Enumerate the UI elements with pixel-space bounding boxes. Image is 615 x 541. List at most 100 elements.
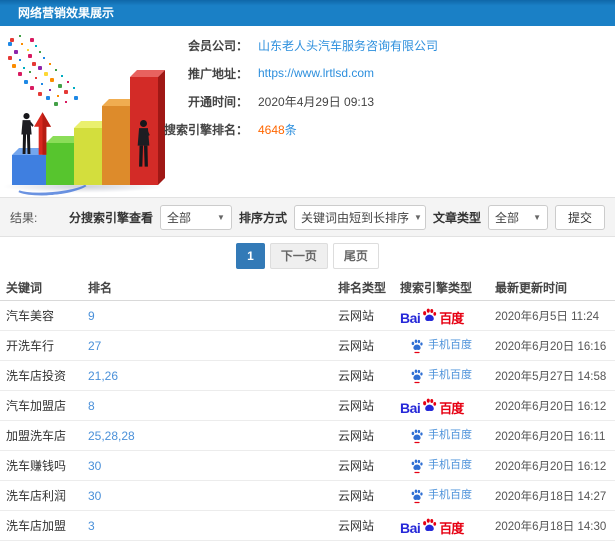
page-title: 网络营销效果展示 [18,6,115,20]
mobile-baidu-logo: 手机百度 [410,488,472,504]
rank-link[interactable]: 3 [88,519,95,533]
rank-link[interactable]: 8 [88,399,95,413]
engine-cell: 手机百度 [400,428,495,444]
header-update-time: 最新更新时间 [495,281,568,295]
update-time-cell: 2020年6月20日 16:12 [495,400,607,413]
rank-link[interactable]: 27 [88,339,101,353]
mobile-baidu-label: 手机百度 [428,489,472,501]
engine-filter-label: 分搜索引擎查看 [68,210,153,225]
rank-type-cell: 云网站 [338,369,375,383]
rank-type-cell: 云网站 [338,429,375,443]
engine-cell: 手机百度 [400,368,495,384]
keyword-cell: 洗车赚钱吗 [6,459,67,473]
keyword-cell: 汽车美容 [6,309,55,323]
baidu-paw-icon [423,308,437,321]
baidu-logo-bai-text: Bai [400,309,421,326]
table-row: 洗车店利润 30 云网站 手机百度 2020年6月18日 14:27 [0,481,615,511]
header-engine-type: 搜索引擎类型 [400,281,473,295]
table-row: 洗车店加盟 3 云网站 Bai 百度 2020年6月18日 14:30 [0,511,615,541]
keyword-cell: 洗车店投资 [6,369,67,383]
top-section: 会员公司： 山东老人头汽车服务咨询有限公司 推广地址： https://www.… [0,26,615,199]
page-button-current[interactable]: 1 [236,243,265,269]
table-row: 汽车美容 9 云网站 Bai 百度 2020年6月5日 11:24 [0,301,615,331]
chevron-down-icon: ▼ [413,212,422,222]
mobile-baidu-logo: 手机百度 [410,338,472,354]
filter-bar: 结果: 分搜索引擎查看 全部 ▼ 排序方式 关键词由短到长排序 ▼ 文章类型 全… [0,197,615,237]
rank-link[interactable]: 25,28,28 [88,429,135,443]
page-button-next[interactable]: 下一页 [269,243,328,269]
article-type-value: 全部 [494,210,519,225]
submit-button[interactable]: 提交 [554,204,605,230]
mobile-baidu-label: 手机百度 [428,369,472,381]
filter-controls: 分搜索引擎查看 全部 ▼ 排序方式 关键词由短到长排序 ▼ 文章类型 全部 ▼ … [68,204,605,230]
page-button-last[interactable]: 尾页 [332,243,379,269]
company-label: 会员公司： [187,38,248,53]
engine-cell: Bai 百度 [400,517,495,535]
hero-bar-yellow [74,128,102,185]
mobile-baidu-paw-icon [411,458,423,473]
mobile-baidu-logo: 手机百度 [410,458,472,474]
baidu-logo-du-text: 百度 [439,520,464,536]
open-time-value: 2020年4月29日 09:13 [258,94,375,109]
results-table: 关键词 排名 排名类型 搜索引擎类型 最新更新时间 汽车美容 9 云网站 Bai… [0,275,615,541]
table-row: 开洗车行 27 云网站 手机百度 2020年6月20日 16:16 [0,331,615,361]
article-type-select[interactable]: 全部 ▼ [487,204,548,230]
mobile-baidu-label: 手机百度 [428,429,472,441]
mobile-baidu-label: 手机百度 [428,339,472,351]
engine-cell: 手机百度 [400,458,495,474]
promo-url-link[interactable]: https://www.lrtlsd.com [258,66,374,80]
company-link[interactable]: 山东老人头汽车服务咨询有限公司 [258,37,438,54]
mobile-baidu-logo: 手机百度 [410,368,472,384]
rank-count-number: 4648 [258,122,285,137]
info-row-company: 会员公司： 山东老人头汽车服务咨询有限公司 [140,36,438,54]
chevron-down-icon: ▼ [217,212,225,222]
baidu-logo: Bai 百度 [400,397,464,416]
engine-rank-value: 4648条 [258,121,297,138]
update-time-cell: 2020年6月20日 16:12 [495,460,607,473]
red-up-arrow-icon [34,110,51,157]
keyword-cell: 加盟洗车店 [6,429,67,443]
keyword-cell: 洗车店利润 [6,489,67,503]
rank-link[interactable]: 30 [88,489,101,503]
baidu-logo-du-text: 百度 [439,310,464,326]
engine-filter-value: 全部 [166,210,191,225]
keyword-cell: 汽车加盟店 [6,399,67,413]
sort-order-value: 关键词由短到长排序 [300,210,409,225]
table-row: 洗车赚钱吗 30 云网站 手机百度 2020年6月20日 16:12 [0,451,615,481]
rank-link[interactable]: 9 [88,309,95,323]
header-rank: 排名 [88,281,113,295]
engine-filter-select[interactable]: 全部 ▼ [159,204,232,230]
open-time-label: 开通时间： [187,94,248,109]
header-keyword: 关键词 [6,281,43,295]
engine-rank-label: 搜索引擎排名： [163,122,248,137]
sort-order-select[interactable]: 关键词由短到长排序 ▼ [293,204,426,230]
mobile-baidu-paw-icon [411,488,423,503]
rank-link[interactable]: 30 [88,459,101,473]
sort-order-label: 排序方式 [238,210,287,225]
chevron-down-icon: ▼ [533,212,541,222]
pagination: 1 下一页 尾页 [0,237,615,275]
engine-cell: Bai 百度 [400,397,495,415]
update-time-cell: 2020年6月5日 11:24 [495,310,599,323]
rank-type-cell: 云网站 [338,459,375,473]
confetti-decoration [10,38,14,42]
mobile-baidu-label: 手机百度 [428,459,472,471]
engine-cell: 手机百度 [400,338,495,354]
update-time-cell: 2020年6月20日 16:16 [495,340,607,353]
update-time-cell: 2020年6月20日 16:11 [495,430,606,443]
table-header-row: 关键词 排名 排名类型 搜索引擎类型 最新更新时间 [0,275,615,301]
baidu-logo-bai-text: Bai [400,519,421,536]
mobile-baidu-logo: 手机百度 [410,428,472,444]
info-row-url: 推广地址： https://www.lrtlsd.com [140,64,438,82]
baidu-logo-bai-text: Bai [400,399,421,416]
rank-link[interactable]: 21,26 [88,369,118,383]
keyword-cell: 开洗车行 [6,339,55,353]
update-time-cell: 2020年5月27日 14:58 [495,370,607,383]
mobile-baidu-paw-icon [411,428,423,443]
baidu-logo-du-text: 百度 [439,400,464,416]
rank-count-unit: 条 [284,122,297,137]
header-rank-type: 排名类型 [338,281,387,295]
article-type-label: 文章类型 [432,210,481,225]
businessman-on-bar-icon [19,113,34,156]
engine-cell: 手机百度 [400,488,495,504]
